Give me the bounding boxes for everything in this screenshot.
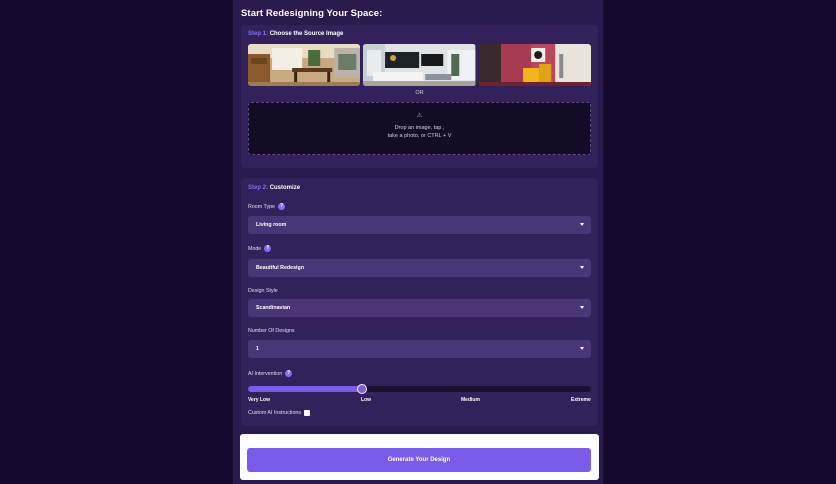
page-title: Start Redesigning Your Space: — [241, 8, 383, 19]
room-type-help-icon[interactable]: ? — [278, 203, 285, 210]
design-style-value: Scandinavian — [256, 305, 291, 311]
number-of-designs-select[interactable]: 1 — [248, 340, 591, 358]
step2-title: Customize — [269, 185, 301, 191]
step2-number: Step 2: — [248, 185, 269, 191]
mode-label-text: Mode — [248, 245, 262, 252]
number-of-designs-label-text: Number Of Designs — [248, 328, 295, 334]
room-type-select[interactable]: Living room — [248, 216, 591, 234]
sample-image-pink-room[interactable] — [478, 44, 591, 86]
sample-image-living-room[interactable] — [363, 44, 476, 86]
chevron-down-icon — [580, 347, 584, 350]
chevron-down-icon — [580, 223, 584, 226]
mode-label: Mode ? — [248, 245, 272, 252]
mode-help-icon[interactable]: ? — [264, 245, 272, 252]
step1-heading: Step 1: Choose the Source Image — [248, 31, 343, 37]
chevron-down-icon — [580, 266, 584, 269]
step1-title: Choose the Source Image — [269, 31, 344, 37]
mode-select[interactable]: Beautiful Redesign — [248, 259, 591, 277]
ai-intervention-slider[interactable] — [248, 384, 591, 394]
custom-instructions-row: Custom AI Instructions — [248, 410, 310, 416]
design-style-label: Design Style — [248, 288, 278, 294]
slider-handle[interactable] — [357, 384, 368, 394]
chevron-down-icon — [580, 306, 584, 309]
or-divider: OR — [415, 90, 424, 96]
tick-label-low: Low — [361, 397, 371, 403]
design-style-select[interactable]: Scandinavian — [248, 299, 591, 317]
number-of-designs-label: Number Of Designs — [248, 328, 295, 334]
sample-images — [248, 44, 591, 86]
slider-fill — [248, 386, 363, 392]
dropzone-text-line1: Drop an image, tap , — [394, 125, 445, 131]
generate-button[interactable]: Generate Your Design — [247, 448, 591, 472]
step1-number: Step 1: — [248, 31, 269, 37]
sample-image-kitchen[interactable] — [248, 44, 361, 86]
step1-card: Step 1: Choose the Source Image OR ⚠ Dro… — [241, 25, 598, 168]
mode-value: Beautiful Redesign — [256, 265, 304, 271]
step2-heading: Step 2: Customize — [248, 185, 300, 191]
room-type-value: Living room — [256, 222, 287, 228]
tick-label-medium: Medium — [461, 397, 480, 403]
tick-label-very-low: Very Low — [248, 397, 270, 403]
step2-card: Step 2: Customize Room Type ? Living roo… — [241, 178, 598, 426]
tick-label-extreme: Extreme — [571, 397, 591, 403]
custom-instructions-label: Custom AI Instructions — [248, 410, 301, 416]
number-of-designs-value: 1 — [256, 346, 259, 352]
dropzone-text-line2: take a photo, or CTRL + V — [387, 133, 452, 139]
ai-intervention-label: AI Intervention ? — [248, 370, 293, 377]
image-dropzone[interactable]: ⚠ Drop an image, tap , take a photo, or … — [248, 102, 591, 155]
room-type-label-text: Room Type — [248, 203, 275, 210]
custom-instructions-checkbox[interactable] — [304, 410, 310, 416]
design-style-label-text: Design Style — [248, 288, 278, 294]
room-type-label: Room Type ? — [248, 203, 285, 210]
upload-icon: ⚠ — [416, 113, 423, 119]
generate-container: Generate Your Design — [240, 434, 599, 480]
ai-intervention-label-text: AI Intervention — [248, 370, 283, 377]
ai-intervention-help-icon[interactable]: ? — [285, 370, 293, 377]
